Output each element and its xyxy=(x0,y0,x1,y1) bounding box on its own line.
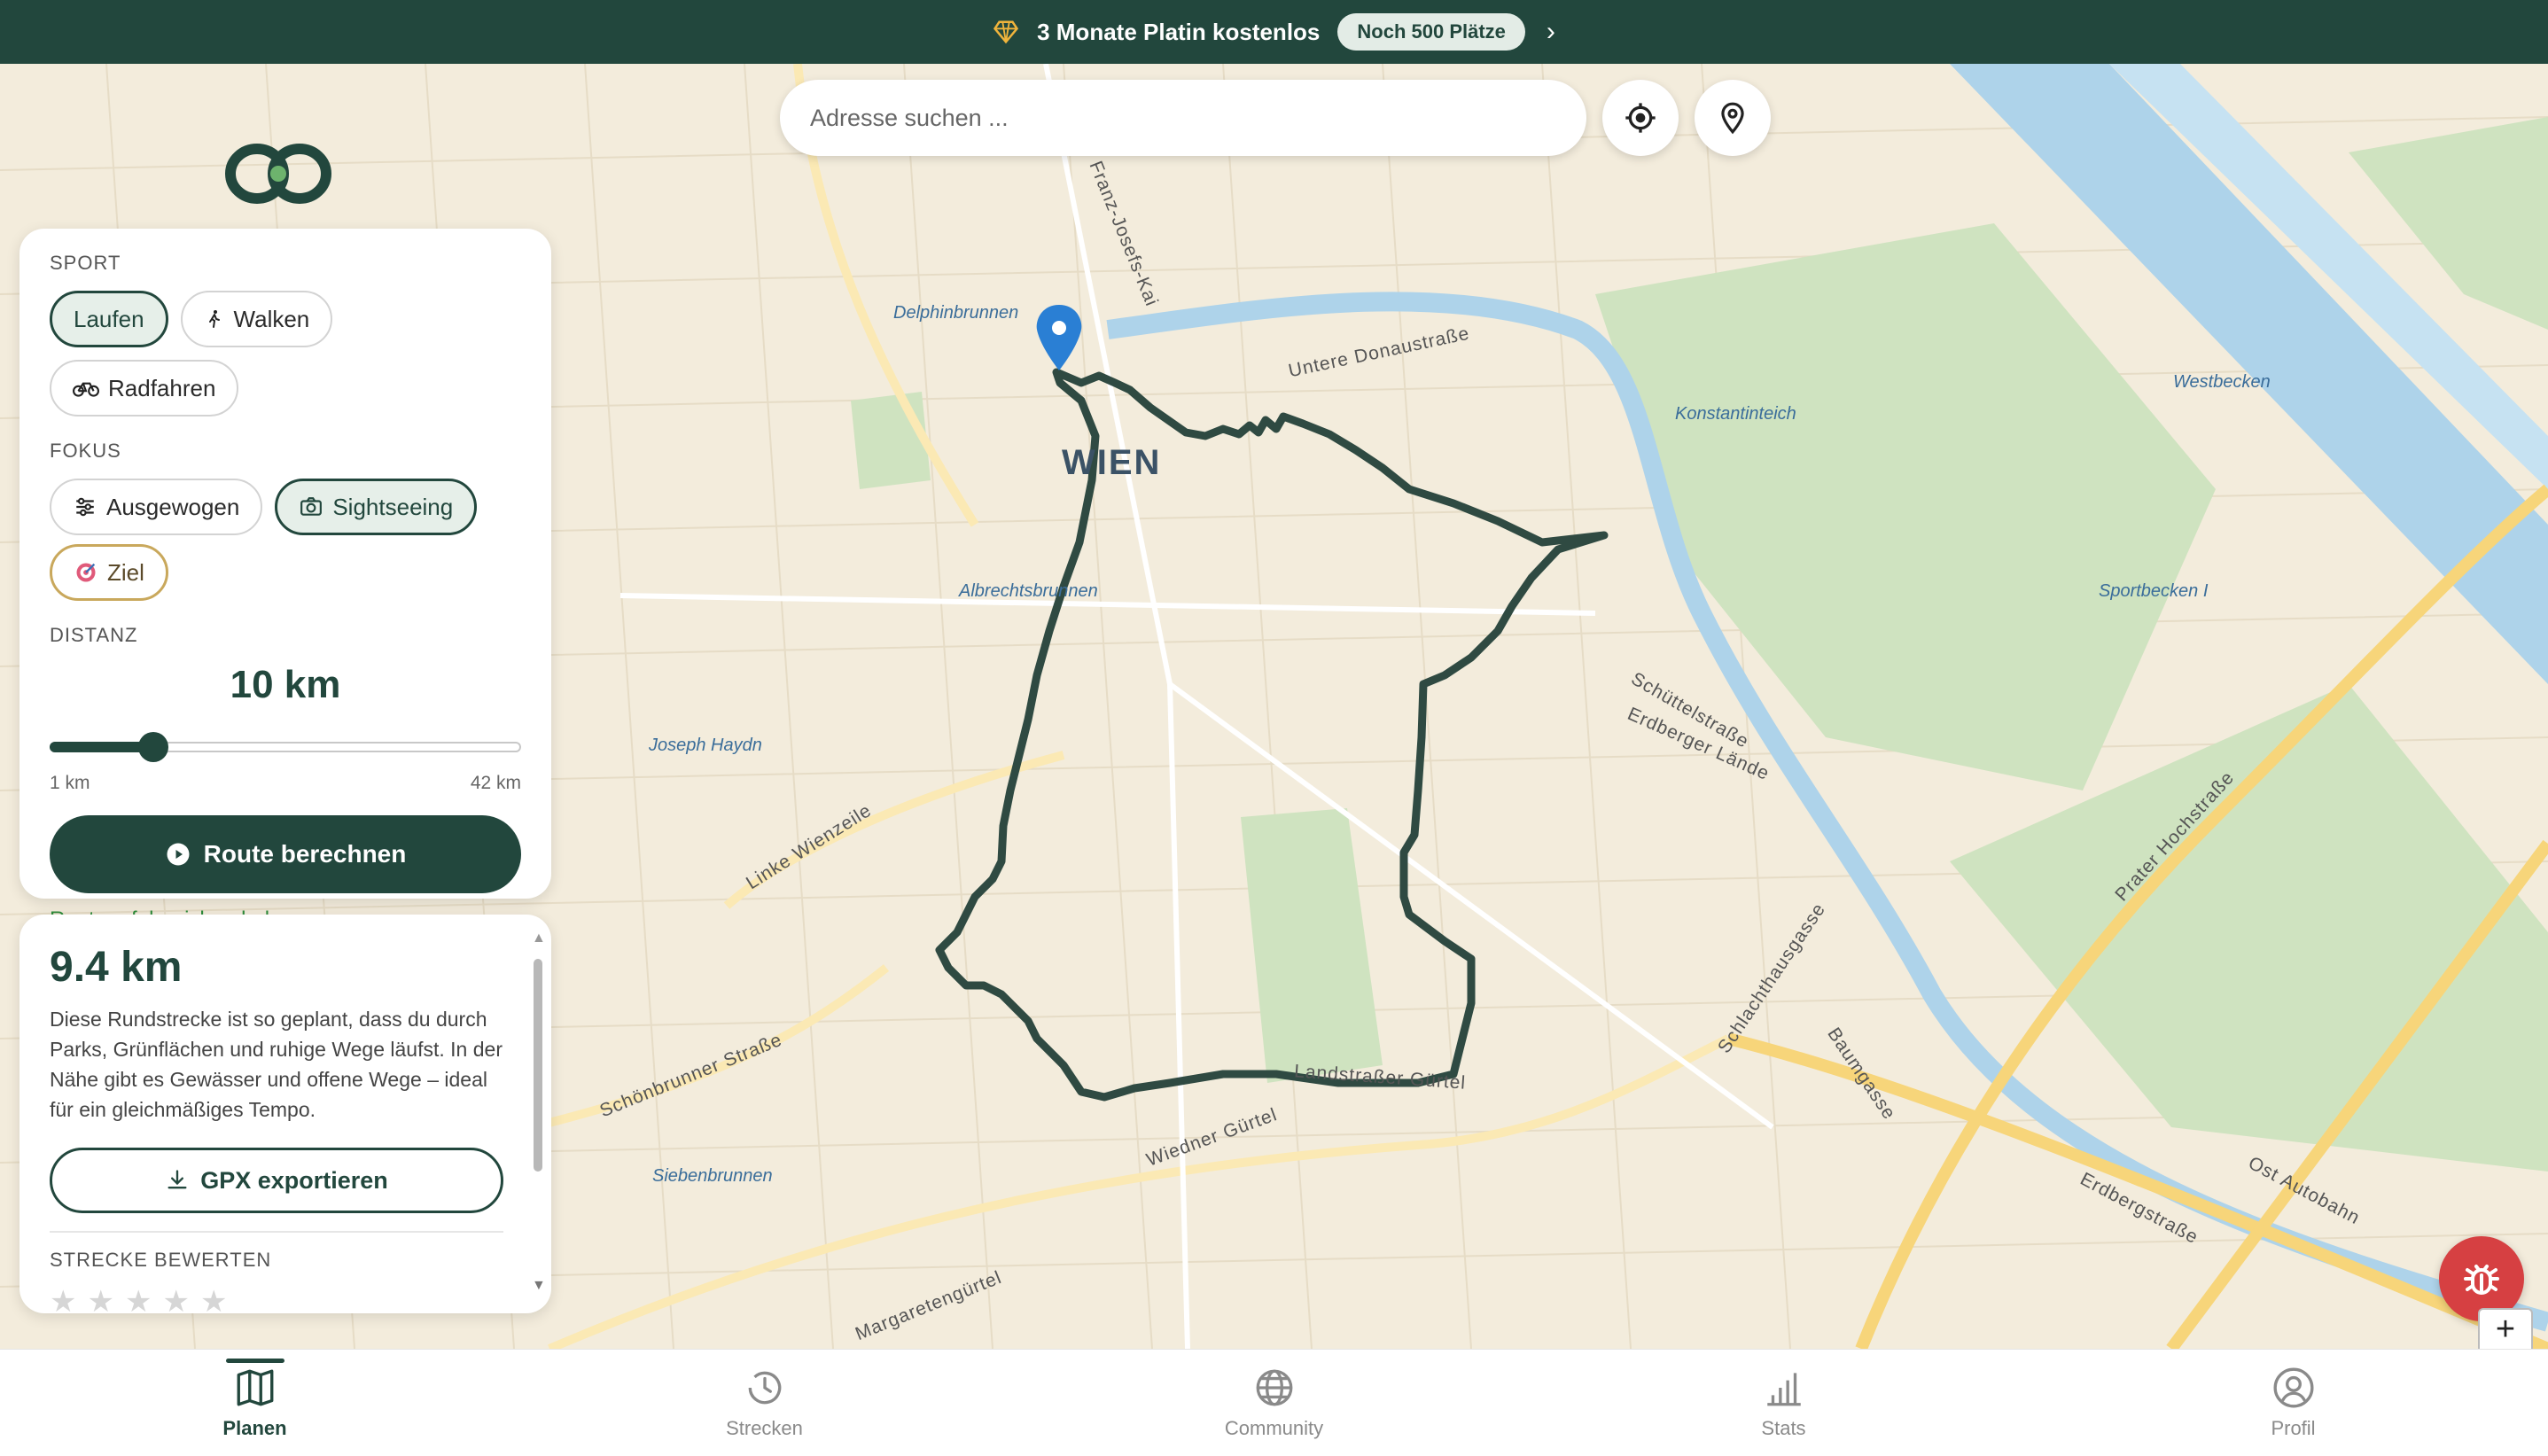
zoom-in-button[interactable]: + xyxy=(2478,1308,2533,1349)
nav-label: Planen xyxy=(222,1417,287,1439)
star-icon[interactable]: ★ xyxy=(125,1284,152,1313)
map-label: Joseph Haydn xyxy=(649,736,762,755)
map-label: Sportbecken I xyxy=(2099,581,2209,601)
promo-text: 3 Monate Platin kostenlos xyxy=(1037,18,1321,45)
sport-chip-walken[interactable]: Walken xyxy=(180,291,333,347)
focus-chips-row2: Ziel xyxy=(50,544,521,601)
target-icon xyxy=(76,563,96,582)
address-search[interactable] xyxy=(780,80,1586,156)
focus-section-label: FOKUS xyxy=(50,440,121,462)
nav-item-community[interactable]: Community xyxy=(1019,1350,1529,1456)
sliders-icon xyxy=(76,497,94,517)
bug-icon xyxy=(2464,1265,2499,1295)
distance-value: 10 km xyxy=(230,663,341,706)
globe-icon xyxy=(1256,1369,1292,1406)
camera-icon xyxy=(300,497,323,516)
chip-label: Ausgewogen xyxy=(106,493,240,520)
scrollbar-thumb[interactable] xyxy=(534,959,542,1172)
map-label: Albrechtsbrunnen xyxy=(959,581,1098,601)
star-icon[interactable]: ★ xyxy=(200,1284,227,1313)
map-pin-icon xyxy=(1721,102,1744,135)
rate-label: STRECKE BEWERTEN xyxy=(50,1249,272,1271)
route-distance: 9.4 km xyxy=(50,944,183,991)
distance-slider[interactable] xyxy=(50,730,521,762)
map-label: Siebenbrunnen xyxy=(652,1166,773,1186)
map-label: Delphinbrunnen xyxy=(893,303,1019,323)
nav-item-planen[interactable]: Planen xyxy=(0,1350,510,1456)
focus-chip-ausgewogen[interactable]: Ausgewogen xyxy=(50,479,263,535)
nav-item-strecken[interactable]: Strecken xyxy=(510,1350,1019,1456)
chevron-right-icon: › xyxy=(1546,17,1555,46)
focus-chip-sightseeing[interactable]: Sightseeing xyxy=(275,479,478,535)
nav-item-stats[interactable]: Stats xyxy=(1529,1350,2038,1456)
gpx-export-button[interactable]: GPX exportieren xyxy=(50,1148,503,1213)
app-logo xyxy=(225,144,331,204)
bar-chart-icon xyxy=(1766,1373,1801,1406)
chip-label: Walken xyxy=(233,305,310,332)
set-start-button[interactable] xyxy=(1695,80,1771,156)
distance-range: 1 km 42 km xyxy=(50,773,521,794)
button-label: GPX exportieren xyxy=(200,1166,388,1194)
focus-chip-ziel[interactable]: Ziel xyxy=(50,544,168,601)
result-scrollbar[interactable]: ▲ ▼ xyxy=(530,930,546,1294)
map-label: Konstantinteich xyxy=(1675,404,1796,424)
plus-icon: + xyxy=(2495,1310,2516,1348)
nav-label: Strecken xyxy=(726,1417,803,1439)
sport-chips: Laufen Walken Radfahren xyxy=(50,291,521,417)
distance-section-label: DISTANZ xyxy=(50,624,138,646)
user-icon xyxy=(2273,1367,2313,1408)
sport-section-label: SPORT xyxy=(50,252,121,274)
play-circle-icon xyxy=(167,843,190,866)
scroll-up-icon[interactable]: ▲ xyxy=(532,930,546,946)
button-label: Route berechnen xyxy=(203,840,407,868)
city-label: WIEN xyxy=(1062,443,1162,482)
slider-thumb[interactable] xyxy=(137,732,168,762)
route-description: Diese Rundstrecke ist so geplant, dass d… xyxy=(50,1008,503,1121)
crosshair-icon xyxy=(1625,103,1656,133)
range-min-label: 1 km xyxy=(50,773,90,793)
sport-chip-radfahren[interactable]: Radfahren xyxy=(50,360,239,417)
nav-item-profil[interactable]: Profil xyxy=(2038,1350,2548,1456)
chip-label: Radfahren xyxy=(108,374,216,401)
star-icon[interactable]: ★ xyxy=(50,1284,76,1313)
promo-banner[interactable]: 3 Monate Platin kostenlos Noch 500 Plätz… xyxy=(0,0,2548,64)
chip-label: Laufen xyxy=(74,305,144,332)
search-input[interactable] xyxy=(810,104,1586,132)
download-icon xyxy=(168,1170,187,1189)
route-result-panel[interactable]: 9.4 km Diese Rundstrecke ist so geplant,… xyxy=(19,915,551,1313)
history-icon xyxy=(748,1371,781,1405)
promo-badge: Noch 500 Plätze xyxy=(1337,13,1525,51)
calculate-route-button[interactable]: Route berechnen xyxy=(50,815,521,893)
chip-label: Sightseeing xyxy=(332,493,454,520)
nav-label: Profil xyxy=(2271,1417,2316,1439)
diamond-icon xyxy=(993,20,1019,44)
nav-label: Stats xyxy=(1761,1417,1806,1439)
chip-label: Ziel xyxy=(107,558,144,586)
star-icon[interactable]: ★ xyxy=(87,1284,113,1313)
map-label: Westbecken xyxy=(2173,372,2271,392)
locate-me-button[interactable] xyxy=(1602,80,1679,156)
walk-icon xyxy=(208,310,220,328)
map-icon xyxy=(237,1369,273,1406)
divider xyxy=(50,1231,503,1233)
rating-stars: ★ ★ ★ ★ ★ xyxy=(50,1284,503,1313)
nav-label: Community xyxy=(1224,1417,1324,1439)
bottom-navigation: Planen Strecken Community Stats Profil xyxy=(0,1349,2548,1456)
bike-icon xyxy=(73,382,99,397)
route-planner-panel: SPORT Laufen Walken Radfahren FOKUS Ausg… xyxy=(19,229,551,931)
star-icon[interactable]: ★ xyxy=(162,1284,189,1313)
focus-chips: Ausgewogen Sightseeing xyxy=(50,479,521,535)
scroll-down-icon[interactable]: ▼ xyxy=(532,1278,546,1294)
range-max-label: 42 km xyxy=(470,773,521,793)
sport-chip-laufen[interactable]: Laufen xyxy=(50,291,168,347)
